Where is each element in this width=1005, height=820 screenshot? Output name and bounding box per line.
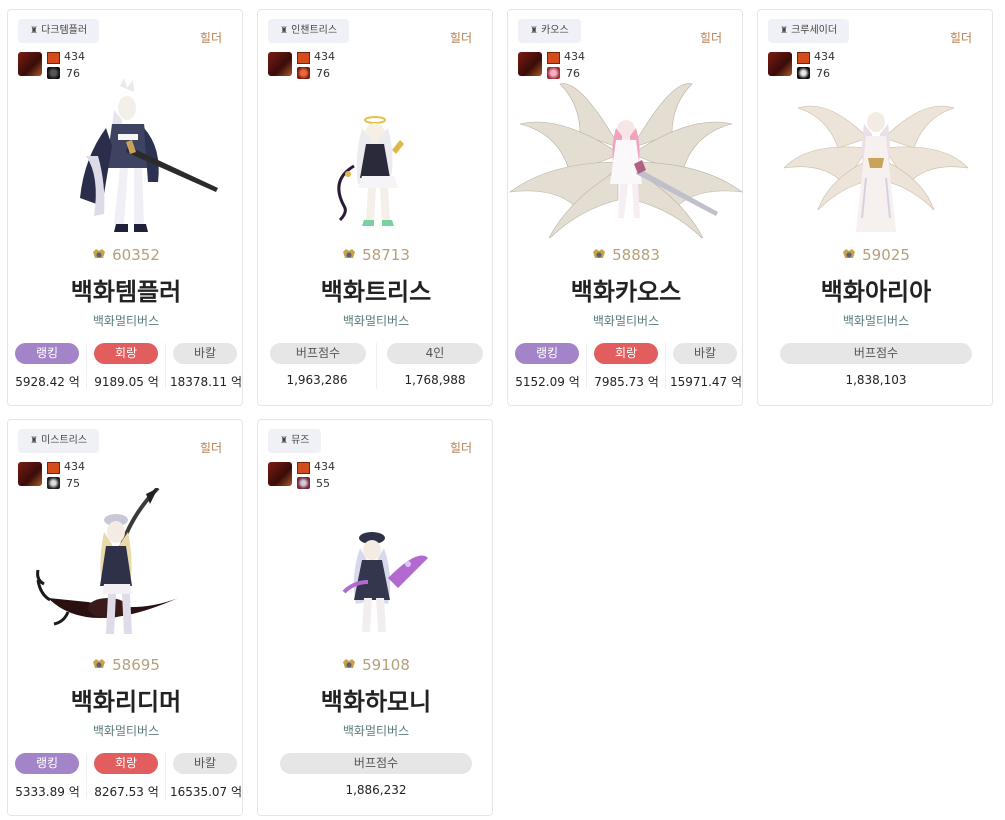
adventure-name: 백화멀티버스: [592, 314, 660, 328]
fame-display: 59025: [758, 246, 994, 264]
character-sprite-mistress: [36, 488, 178, 634]
bakal-pill[interactable]: 바칼: [673, 343, 737, 364]
ranking-pill[interactable]: 랭킹: [15, 753, 79, 774]
adventure-name: 백화멀티버스: [842, 314, 910, 328]
level-icon: [47, 52, 60, 64]
character-card[interactable]: ♜ 크루세이더 힐더 434 76 59025 백화아리아 백화멀티버스 버프점수…: [757, 9, 993, 406]
bakal-pill[interactable]: 바칼: [173, 753, 237, 774]
buff-score-value: 1,963,286: [286, 373, 348, 387]
adventure-name: 백화멀티버스: [342, 724, 410, 738]
server-label: 힐더: [199, 441, 222, 455]
fame-display: 59108: [258, 656, 494, 674]
character-name[interactable]: 백화템플러: [8, 272, 244, 307]
buff-score-pill[interactable]: 버프점수: [280, 753, 472, 774]
adventure-avatar-icon: [18, 52, 42, 76]
tower-icon: ♜: [30, 26, 39, 36]
fame-medal-icon: [843, 249, 856, 258]
job-tag: ♜ 인챈트리스: [268, 19, 350, 43]
adventure-name: 백화멀티버스: [92, 724, 160, 738]
server-label: 힐더: [449, 31, 472, 45]
fame-medal-icon: [343, 659, 356, 668]
tower-icon: ♜: [280, 26, 289, 36]
character-card-grid: { "server_label": "힐더", "adventure_label…: [0, 0, 1005, 820]
fame-medal-icon: [593, 249, 606, 258]
adventure-name: 백화멀티버스: [92, 314, 160, 328]
adventure-avatar-icon: [768, 52, 792, 76]
corridor-pill[interactable]: 회랑: [94, 343, 158, 364]
buff-score-pill[interactable]: 버프점수: [270, 343, 366, 364]
character-card[interactable]: ♜ 다크템플러 힐더 434 76 60352 백화템플러 백화멀티버스 랭킹 회…: [7, 9, 243, 406]
tower-icon: ♜: [30, 436, 39, 446]
adventure-name: 백화멀티버스: [342, 314, 410, 328]
character-sprite-dark-templar: [80, 78, 218, 232]
character-name[interactable]: 백화트리스: [258, 272, 494, 307]
character-card[interactable]: ♜ 뮤즈 힐더 434 55 59108 백화하모니 백화멀티버스 버프점수 1,…: [257, 419, 493, 816]
level-value: 434: [564, 50, 585, 63]
bakal-pill[interactable]: 바칼: [173, 343, 237, 364]
corridor-value: 8267.53 억: [94, 785, 159, 799]
job-tag: ♜ 카오스: [518, 19, 581, 43]
corridor-pill[interactable]: 회랑: [594, 343, 658, 364]
server-label: 힐더: [949, 31, 972, 45]
corridor-value: 9189.05 억: [94, 375, 159, 389]
ranking-value: 5152.09 억: [515, 375, 580, 389]
character-name[interactable]: 백화리디머: [8, 682, 244, 717]
level-value: 434: [314, 460, 335, 473]
level-icon: [547, 52, 560, 64]
corridor-pill[interactable]: 회랑: [94, 753, 158, 774]
level-value: 434: [314, 50, 335, 63]
ranking-value: 5928.42 억: [15, 375, 80, 389]
adventure-avatar-icon: [268, 52, 292, 76]
adventure-avatar-icon: [268, 462, 292, 486]
level-icon: [797, 52, 810, 64]
job-tag: ♜ 미스트리스: [18, 429, 100, 453]
job-tag: ♜ 뮤즈: [268, 429, 322, 453]
buff-score-value: 1,886,232: [345, 783, 407, 797]
fame-display: 58713: [258, 246, 494, 264]
character-name[interactable]: 백화카오스: [508, 272, 744, 307]
fame-medal-icon: [93, 659, 106, 668]
character-name[interactable]: 백화아리아: [758, 272, 994, 307]
level-icon: [47, 462, 60, 474]
four-party-value: 1,768,988: [404, 373, 466, 387]
ranking-value: 5333.89 억: [15, 785, 80, 799]
character-card[interactable]: ♜ 미스트리스 힐더 434 75 58695 백화리디머 백화멀티버스 랭킹 회…: [7, 419, 243, 816]
bakal-value: 16535.07 억: [169, 785, 243, 799]
character-sprite-chaos: [508, 83, 744, 238]
job-tag: ♜ 크루세이더: [768, 19, 850, 43]
level-value: 434: [814, 50, 835, 63]
fame-display: 58883: [508, 246, 744, 264]
level-value: 434: [64, 460, 85, 473]
corridor-value: 7985.73 억: [594, 375, 659, 389]
ranking-pill[interactable]: 랭킹: [515, 343, 579, 364]
tower-icon: ♜: [530, 26, 539, 36]
server-label: 힐더: [699, 31, 722, 45]
level-icon: [297, 52, 310, 64]
bakal-value: 18378.11 억: [169, 375, 243, 389]
tower-icon: ♜: [780, 26, 789, 36]
buff-score-value: 1,838,103: [845, 373, 907, 387]
character-sprite-muse: [342, 532, 428, 632]
four-party-pill[interactable]: 4인: [387, 343, 483, 364]
character-card[interactable]: ♜ 카오스 힐더 434 76 58883 백화카오스 백화멀티버스 랭킹 회랑 …: [507, 9, 744, 406]
adventure-avatar-icon: [518, 52, 542, 76]
server-label: 힐더: [449, 441, 472, 455]
adventure-avatar-icon: [18, 462, 42, 486]
fame-medal-icon: [343, 249, 356, 258]
fame-display: 60352: [8, 246, 244, 264]
server-label: 힐더: [199, 31, 222, 45]
level-icon: [297, 462, 310, 474]
character-name[interactable]: 백화하모니: [258, 682, 494, 717]
bakal-value: 15971.47 억: [669, 375, 743, 389]
level-value: 434: [64, 50, 85, 63]
character-card[interactable]: ♜ 인챈트리스 힐더 434 76 58713 백화트리스 백화멀티버스 버프점수…: [257, 9, 493, 406]
tower-icon: ♜: [280, 436, 289, 446]
job-tag: ♜ 다크템플러: [18, 19, 100, 43]
character-sprite-crusader: [783, 105, 969, 232]
ranking-pill[interactable]: 랭킹: [15, 343, 79, 364]
fame-medal-icon: [93, 249, 106, 258]
fame-display: 58695: [8, 656, 244, 674]
buff-score-pill[interactable]: 버프점수: [780, 343, 972, 364]
character-sprite-enchantress: [337, 116, 404, 226]
